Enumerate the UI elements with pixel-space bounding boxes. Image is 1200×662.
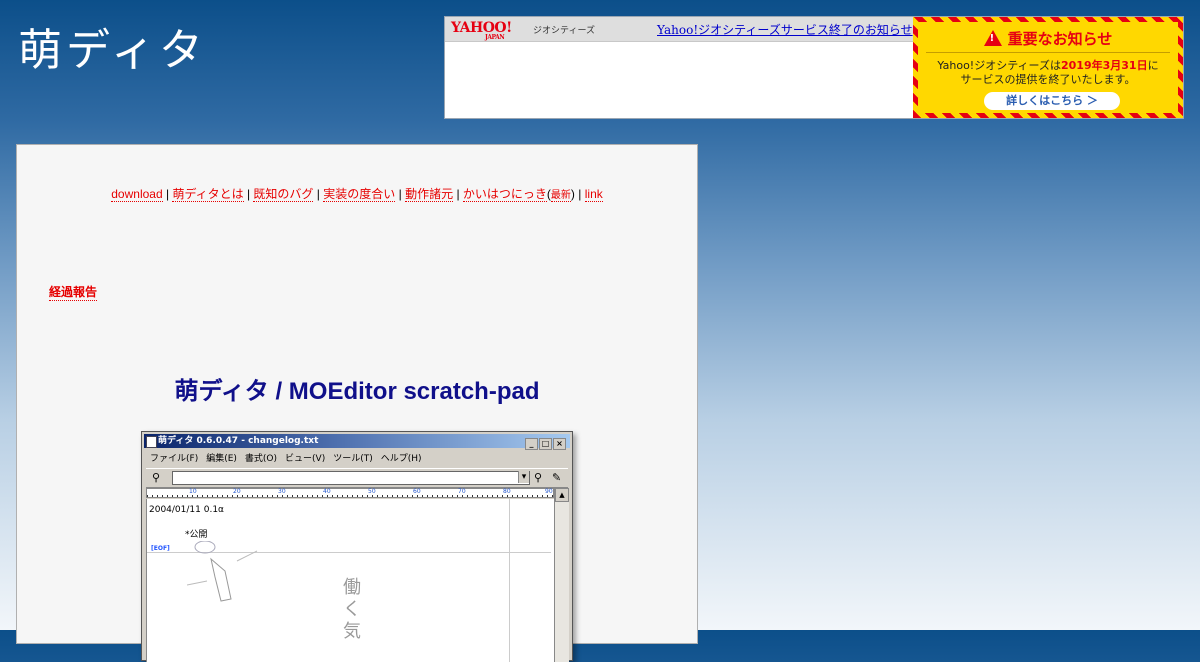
app-icon (146, 436, 157, 448)
replace-icon: ✎ (552, 471, 562, 484)
nav-about[interactable]: 萌ディタとは (172, 187, 244, 202)
search-icon: ⚲ (152, 471, 161, 484)
nav-download[interactable]: download (111, 187, 163, 202)
nav-link[interactable]: link (584, 187, 603, 202)
mascot-sketch (187, 541, 258, 602)
warning-icon (983, 30, 1002, 46)
notice-body: Yahoo!ジオシティーズは2019年3月31日に サービスの提供を終了いたしま… (937, 59, 1159, 86)
service-end-link[interactable]: Yahoo!ジオシティーズサービス終了のお知らせ (657, 21, 913, 38)
minimize-icon: _ (525, 438, 538, 450)
progress-report-link[interactable]: 経過報告 (49, 283, 98, 301)
close-icon: × (553, 438, 566, 450)
nav-diary[interactable]: かいはつにっき (462, 187, 547, 202)
handwritten-note: 働く気 (343, 577, 361, 642)
site-logo[interactable]: 萌ディタ (18, 14, 207, 78)
nav-implementation[interactable]: 実装の度合い (323, 187, 396, 202)
main-panel: download | 萌ディタとは | 既知のバグ | 実装の度合い | 動作諸… (16, 144, 698, 662)
notice-details-button[interactable]: 詳しくはこちら ＞ (984, 92, 1120, 110)
nav-diary-latest[interactable]: 最新 (550, 190, 571, 202)
maximize-icon: □ (539, 438, 552, 450)
editor-area: 2004/01/11 0.1α *公開 [EOF] 働く気 (146, 499, 554, 662)
yahoo-geocities-banner: YAHOO! JAPAN ジオシティーズ Yahoo!ジオシティーズサービス終了… (444, 16, 1184, 119)
scroll-up-icon: ▲ (555, 488, 569, 502)
search-combo (172, 471, 530, 485)
find-icon: ⚲ (534, 471, 543, 484)
notice-divider (926, 52, 1170, 53)
notice-title: 重要なお知らせ (918, 28, 1178, 49)
window-toolbar: ⚲ ⚲ ✎ (146, 468, 568, 488)
yahoo-logo[interactable]: YAHOO! JAPAN (451, 20, 512, 41)
app-screenshot: 萌ディタ 0.6.0.47 - changelog.txt _ □ × ファイル(F… (141, 431, 573, 662)
window-titlebar: 萌ディタ 0.6.0.47 - changelog.txt _ □ × (144, 434, 570, 450)
nav-known-bugs[interactable]: 既知のバグ (253, 187, 314, 202)
nav-bar: download | 萌ディタとは | 既知のバグ | 実装の度合い | 動作諸… (111, 187, 603, 202)
window-menubar: ファイル(F) 編集(E) 書式(O) ビュー(V) ツール(T) ヘルプ(H) (150, 454, 422, 464)
nav-specs[interactable]: 動作諸元 (405, 187, 454, 202)
geocities-label: ジオシティーズ (533, 26, 596, 36)
ruler: 10 20 30 40 50 60 70 80 90 (146, 488, 554, 498)
page-title: 萌ディタ / MOEditor scratch-pad (174, 378, 540, 405)
scrollbar: ▲ (554, 488, 569, 662)
important-notice-box[interactable]: 重要なお知らせ Yahoo!ジオシティーズは2019年3月31日に サービスの提… (913, 17, 1183, 118)
